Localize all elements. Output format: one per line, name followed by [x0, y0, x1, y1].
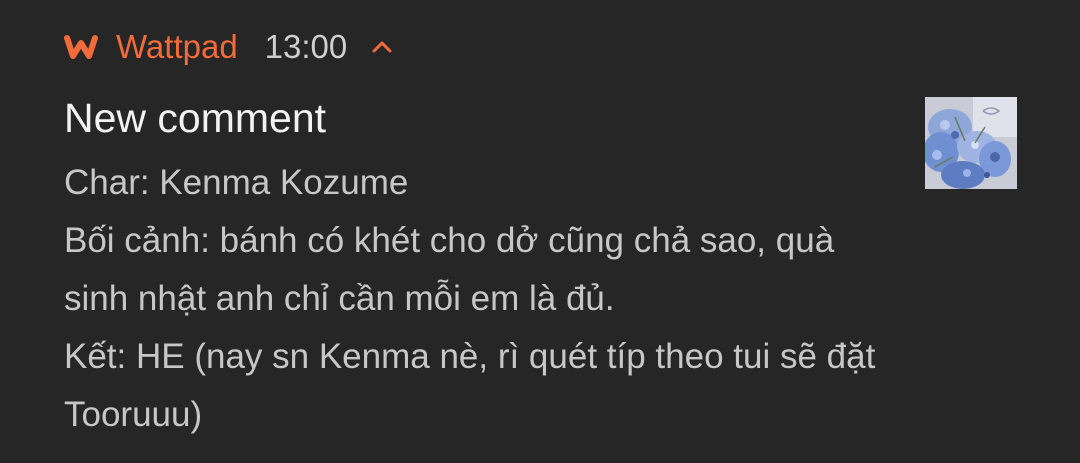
body-line: Tooruuu): [64, 395, 203, 434]
blue-flowers-image: [925, 97, 1017, 189]
notification-time: 13:00: [264, 28, 348, 65]
notification-header: Wattpad 13:00: [64, 24, 395, 70]
notification-card[interactable]: Wattpad 13:00 New comment Char: Kenma Ko…: [0, 0, 1080, 463]
body-line: sinh nhật anh chỉ cần mỗi em là đủ.: [64, 279, 615, 318]
body-line: Bối cảnh: bánh có khét cho dở cũng chả s…: [64, 221, 835, 260]
notification-title: New comment: [64, 95, 327, 141]
notification-body: Char: Kenma Kozume Bối cảnh: bánh có khé…: [64, 154, 924, 444]
body-line: Kết: HE (nay sn Kenma nè, rì quét típ th…: [64, 337, 876, 376]
notification-thumbnail: [925, 97, 1017, 189]
wattpad-logo-icon: [64, 35, 98, 59]
chevron-up-icon[interactable]: [369, 34, 395, 60]
app-name: Wattpad: [116, 28, 238, 65]
body-line: Char: Kenma Kozume: [64, 163, 409, 202]
